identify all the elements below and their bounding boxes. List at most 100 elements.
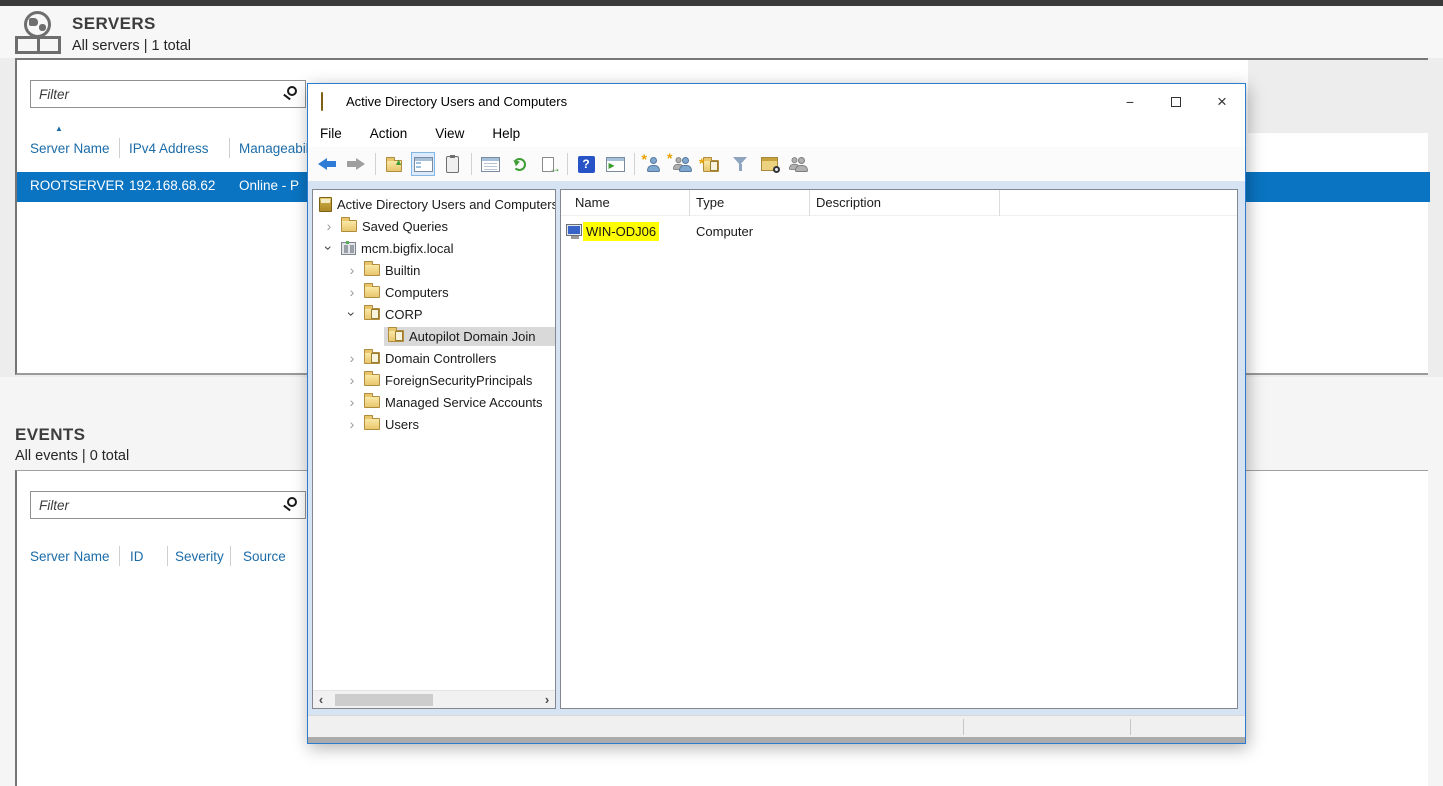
column-separator[interactable] [119,138,120,158]
back-button[interactable] [315,152,339,176]
minimize-icon: − [1125,94,1135,110]
show-console-tree-button[interactable] [411,152,435,176]
column-separator[interactable] [167,546,168,566]
scrollbar-thumb[interactable] [335,694,433,706]
aduc-menu-bar: File Action View Help [308,120,1245,147]
scroll-right-arrow[interactable]: › [539,691,555,708]
back-arrow-icon [318,158,336,170]
new-user-icon: * [642,151,660,172]
tree-item-users[interactable]: › Users [313,413,555,435]
servers-section-title: SERVERS [72,14,156,33]
column-separator[interactable] [230,546,231,566]
ou-folder-icon [388,327,404,342]
aduc-content-area: Active Directory Users and Computers › S… [308,181,1245,743]
tree-item-root[interactable]: Active Directory Users and Computers [313,193,555,215]
aduc-app-icon [321,92,323,111]
chevron-right-icon[interactable]: › [319,218,339,234]
filter-funnel-icon [732,156,748,172]
folder-icon [364,415,380,430]
list-column-type[interactable]: Type [696,195,724,210]
toolbar-separator [567,153,568,175]
events-filter-input[interactable] [30,491,306,519]
new-group-icon: * [667,150,692,172]
maximize-icon [1171,97,1181,107]
help-button[interactable]: ? [574,152,598,176]
tree-item-corp[interactable]: › CORP [313,303,555,325]
tree-item-managed-service-accounts[interactable]: › Managed Service Accounts [313,391,555,413]
tree-item-autopilot-domain-join[interactable]: Autopilot Domain Join [313,325,555,347]
events-column-server-name[interactable]: Server Name [30,549,110,564]
servers-filter-input[interactable] [30,80,306,108]
properties-button[interactable] [478,152,502,176]
clipboard-icon [445,154,459,173]
help-icon: ? [577,155,595,173]
clipboard-button[interactable] [440,152,464,176]
events-column-source[interactable]: Source [243,549,286,564]
servers-header-band [0,6,1443,58]
console-tree-pane: Active Directory Users and Computers › S… [312,189,556,709]
scroll-left-arrow[interactable]: ‹ [313,691,329,708]
new-organizational-unit-button[interactable]: * [699,152,723,176]
tree-item-builtin[interactable]: › Builtin [313,259,555,281]
list-column-description[interactable]: Description [816,195,881,210]
tree-item-domain[interactable]: › mcm.bigfix.local [313,237,555,259]
column-separator[interactable] [229,138,230,158]
aduc-window: Active Directory Users and Computers − ×… [307,83,1246,744]
export-list-button[interactable]: → [536,152,561,176]
computer-name-highlighted[interactable]: WIN-ODJ06 [583,222,660,241]
show-window-button[interactable]: ▶ [603,152,627,176]
chevron-right-icon[interactable]: › [342,284,362,300]
menu-action[interactable]: Action [370,126,408,141]
column-separator[interactable] [119,546,120,566]
computer-icon [566,224,582,239]
new-group-button[interactable]: * [667,150,694,176]
menu-view[interactable]: View [435,126,464,141]
tree-horizontal-scrollbar[interactable]: ‹ › [313,690,555,708]
chevron-right-icon[interactable]: › [342,350,362,366]
search-icon [287,86,297,96]
refresh-button[interactable] [507,152,531,176]
chevron-right-icon[interactable]: › [342,372,362,388]
tree-item-foreign-security-principals[interactable]: › ForeignSecurityPrincipals [313,369,555,391]
new-user-button[interactable]: * [641,151,665,176]
tree-item-computers[interactable]: › Computers [313,281,555,303]
column-separator[interactable] [689,190,690,216]
servers-column-ipv4[interactable]: IPv4 Address [129,141,209,156]
object-list-pane: Name Type Description WIN-ODJ06 Computer [560,189,1238,709]
delegate-control-icon [788,156,808,172]
filter-button[interactable] [728,152,752,176]
list-row-win-odj06[interactable]: WIN-ODJ06 Computer [561,222,1237,244]
find-icon [760,157,780,173]
aduc-title-bar[interactable]: Active Directory Users and Computers − × [308,84,1245,120]
chevron-down-icon[interactable]: › [321,238,337,258]
new-ou-icon: * [699,155,719,172]
events-column-id[interactable]: ID [130,549,144,564]
close-button[interactable]: × [1199,84,1245,120]
chevron-right-icon[interactable]: › [342,262,362,278]
menu-file[interactable]: File [320,126,342,141]
tree-item-saved-queries[interactable]: › Saved Queries [313,215,555,237]
minimize-button[interactable]: − [1107,84,1153,120]
chevron-right-icon[interactable]: › [342,394,362,410]
folder-icon [364,261,380,276]
search-icon [287,497,297,507]
maximize-button[interactable] [1153,84,1199,120]
events-column-severity[interactable]: Severity [175,549,224,564]
menu-help[interactable]: Help [492,126,520,141]
up-one-level-button[interactable]: ▲ [382,152,406,176]
column-separator[interactable] [809,190,810,216]
aduc-window-title: Active Directory Users and Computers [346,94,568,109]
toolbar-separator [471,153,472,175]
servers-filter [30,80,306,108]
servers-column-server-name[interactable]: Server Name [30,141,110,156]
find-button[interactable] [757,152,781,176]
servers-rack-icon [15,36,61,54]
column-separator[interactable] [999,190,1000,216]
delegate-control-button[interactable] [786,152,810,176]
chevron-down-icon[interactable]: › [344,304,360,324]
forward-button[interactable] [344,152,368,176]
tree-item-domain-controllers[interactable]: › Domain Controllers [313,347,555,369]
list-column-name[interactable]: Name [575,195,610,210]
chevron-right-icon[interactable]: › [342,416,362,432]
servers-globe-icon [24,11,51,38]
